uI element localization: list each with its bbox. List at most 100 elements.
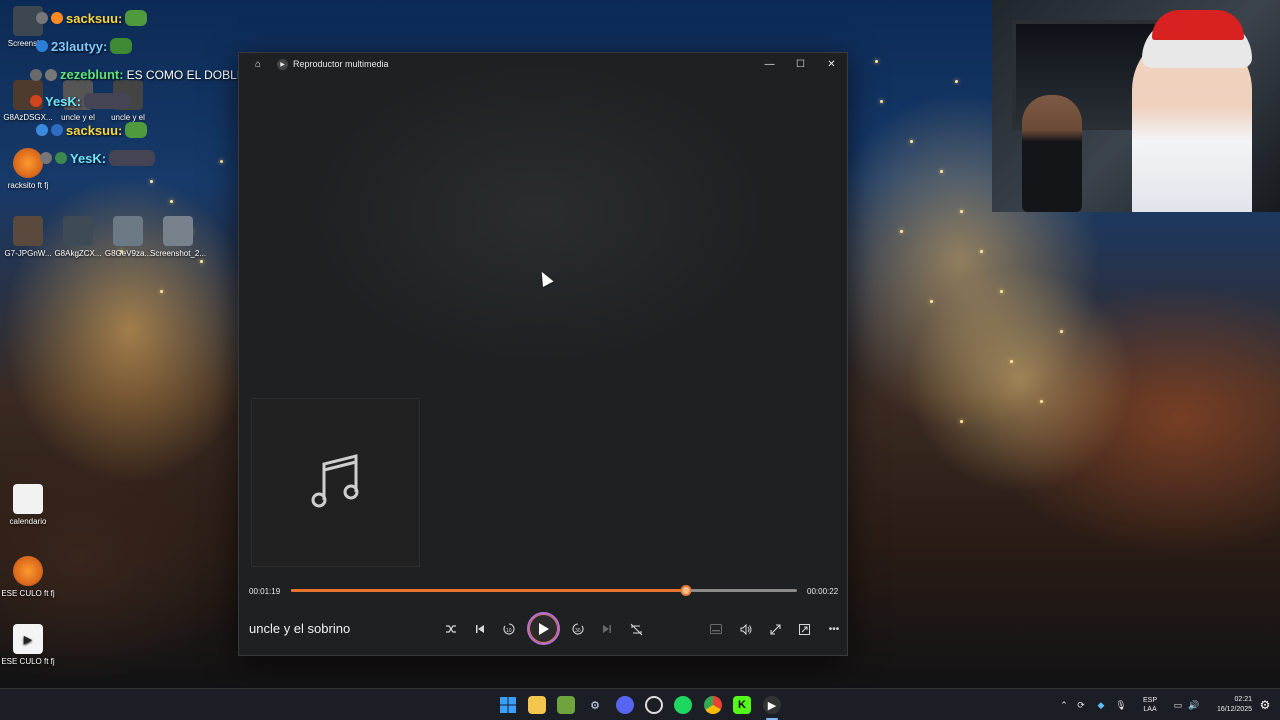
desktop-icon[interactable]: G8AkgZCX... (50, 216, 106, 258)
svg-text:30: 30 (575, 628, 581, 634)
minimize-button[interactable]: — (754, 53, 785, 75)
emote-icon (110, 38, 133, 54)
chat-message: 23lautyy: (36, 38, 133, 54)
file-explorer-icon[interactable] (528, 696, 546, 714)
next-icon (603, 625, 611, 633)
clock[interactable]: 02:21 16/12/2025 (1208, 695, 1252, 715)
badge-icon (45, 68, 57, 81)
media-player-icon[interactable]: ▶ (763, 696, 781, 714)
mini-player-icon (798, 623, 810, 635)
network-icon: ▭ (1173, 699, 1183, 710)
desktop-icon[interactable]: Screenshot_2... (150, 216, 206, 258)
mini-player-button[interactable] (793, 618, 815, 640)
minecraft-icon[interactable] (557, 696, 575, 714)
elapsed-time: 00:01:19 (249, 587, 281, 596)
forward-30-button[interactable]: 30 (567, 618, 589, 640)
home-icon[interactable]: ⌂ (251, 57, 265, 71)
repeat-button[interactable] (625, 618, 647, 640)
chevron-up-icon[interactable]: ⌃ (1057, 700, 1071, 711)
previous-button[interactable] (469, 618, 491, 640)
image-file-icon (13, 216, 43, 246)
badge-icon (40, 152, 52, 164)
start-icon[interactable] (499, 696, 517, 714)
input-language[interactable]: ESP LAA (1143, 696, 1157, 714)
desktop-icon[interactable]: ESE CULO ft fj (0, 556, 56, 598)
chat-message: sacksuu: (36, 122, 148, 138)
emote-icon (84, 93, 131, 109)
media-player-window: ⌂ ▶ Reproductor multimedia — ☐ ✕ 00:01:1… (238, 52, 848, 656)
spotify-icon[interactable] (674, 696, 692, 714)
discord-icon[interactable] (616, 696, 634, 714)
santa-hat (1152, 10, 1244, 40)
badge-icon (30, 95, 42, 107)
captions-icon (710, 624, 722, 634)
desktop-icon[interactable]: ▶ ESE CULO ft fj (0, 624, 56, 666)
svg-text:10: 10 (506, 628, 512, 634)
media-file-icon: ▶ (13, 624, 43, 654)
maximize-button[interactable]: ☐ (785, 53, 816, 75)
webcam-person (1022, 95, 1082, 212)
speaker-icon: 🔊 (1188, 699, 1200, 710)
desktop-icon[interactable]: G7-JPGnW... (0, 216, 56, 258)
chrome-icon[interactable] (704, 696, 722, 714)
play-button[interactable] (527, 612, 560, 645)
repeat-off-icon (630, 623, 642, 635)
text-file-icon (13, 484, 43, 514)
chat-message: YesK: (30, 93, 131, 109)
obs-icon[interactable] (645, 696, 663, 714)
seek-thumb[interactable] (680, 585, 692, 596)
next-button[interactable] (596, 618, 618, 640)
album-art (251, 398, 420, 567)
badge-icon (51, 12, 63, 24)
music-note-icon (311, 453, 358, 507)
volume-button[interactable] (735, 618, 757, 640)
pepe-emote-icon (125, 122, 148, 138)
kick-icon[interactable]: K (733, 696, 751, 714)
shield-icon[interactable]: ◆ (1091, 700, 1111, 711)
window-title: Reproductor multimedia (293, 59, 389, 69)
volume-icon (740, 623, 752, 635)
badge-icon (36, 12, 48, 24)
microphone-icon[interactable]: 🎙 (1111, 700, 1131, 711)
chat-message: sacksuu: (36, 10, 148, 26)
badge-icon (36, 40, 48, 52)
taskbar: ⚙ K ▶ ⌃ ⟳ ◆ 🎙 ESP LAA ▭ 🔊 02:21 16/12/20… (0, 688, 1280, 720)
steam-icon[interactable]: ⚙ (586, 696, 604, 714)
shuffle-icon (446, 625, 456, 633)
play-icon (538, 622, 549, 635)
quick-settings[interactable]: ▭ 🔊 (1170, 689, 1202, 720)
shuffle-button[interactable] (440, 618, 462, 640)
sync-icon[interactable]: ⟳ (1071, 700, 1091, 711)
badge-icon (30, 68, 42, 81)
image-file-icon (63, 216, 93, 246)
forward-30-icon: 30 (572, 623, 584, 635)
badge-icon (36, 124, 48, 136)
captions-button[interactable] (705, 618, 727, 640)
title-bar: ⌂ ▶ Reproductor multimedia — ☐ ✕ (239, 53, 847, 75)
track-title: uncle y el sobrino (249, 621, 351, 636)
close-button[interactable]: ✕ (816, 53, 847, 75)
fullscreen-button[interactable] (764, 618, 786, 640)
system-tray: ⌃ ⟳ ◆ 🎙 (1057, 689, 1131, 720)
badge-icon (55, 152, 67, 164)
fl-studio-icon (13, 148, 43, 178)
desktop-icon[interactable]: calendario (0, 484, 56, 526)
desktop-icon[interactable]: G8GeV9za... (100, 216, 156, 258)
image-file-icon (113, 216, 143, 246)
pepe-emote-icon (125, 10, 148, 26)
image-file-icon (163, 216, 193, 246)
emote-icon (109, 150, 156, 166)
rewind-10-icon: 10 (503, 623, 515, 635)
expand-icon (769, 623, 781, 635)
webcam-overlay (992, 0, 1280, 212)
remaining-time: 00:00:22 (807, 587, 839, 596)
seek-progress (291, 589, 686, 592)
seek-bar[interactable] (291, 585, 797, 596)
rewind-10-button[interactable]: 10 (498, 618, 520, 640)
notifications-icon[interactable]: ⚙ (1256, 696, 1274, 714)
badge-icon (51, 124, 63, 136)
previous-icon (476, 625, 484, 633)
chat-message: YesK: (40, 150, 156, 166)
more-options-button[interactable]: ••• (823, 618, 845, 640)
ellipsis-icon: ••• (828, 623, 840, 635)
